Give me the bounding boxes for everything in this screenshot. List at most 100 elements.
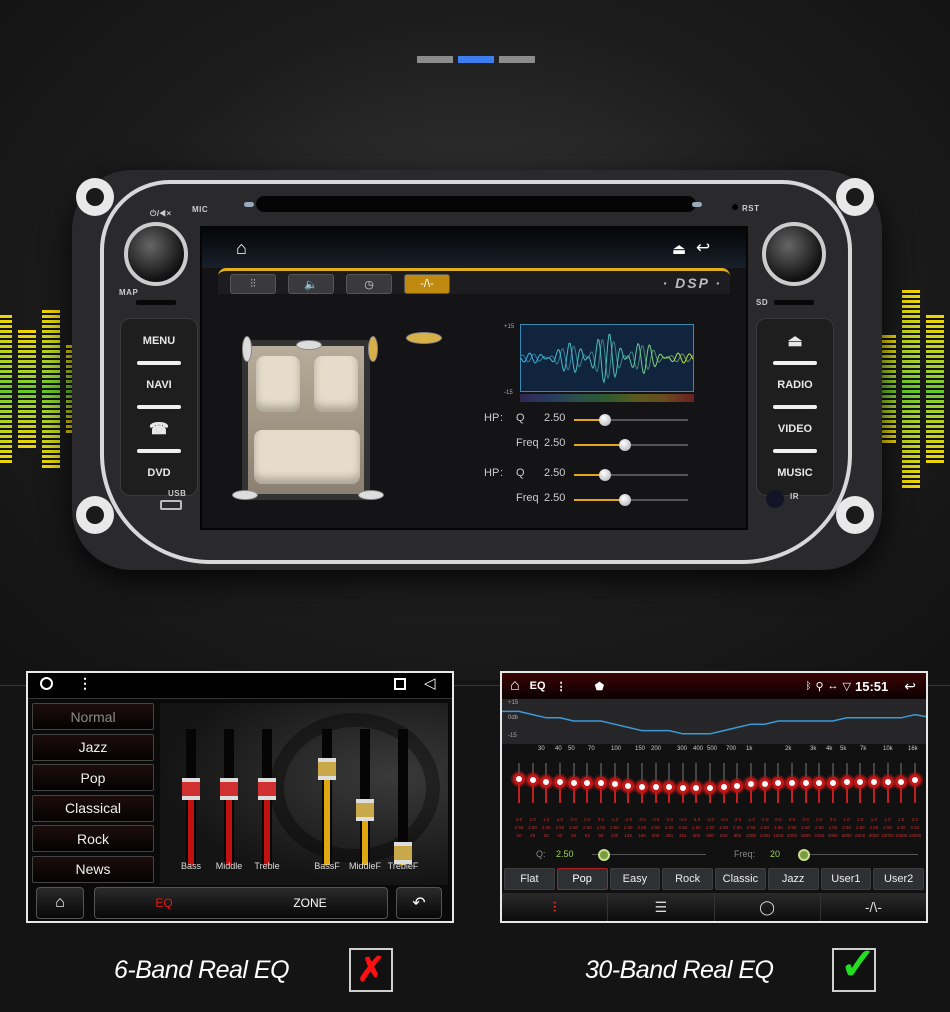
speaker-rear-left[interactable] [232, 490, 258, 500]
band-slider[interactable] [649, 763, 662, 803]
eject-icon[interactable]: ⏏ [672, 240, 686, 258]
band-slider[interactable] [745, 763, 758, 803]
band-slider[interactable] [513, 763, 525, 803]
band-handle[interactable] [758, 778, 771, 791]
preset-rock[interactable]: Rock [662, 868, 713, 890]
preset-pop[interactable]: Pop [556, 868, 608, 890]
fader-bass[interactable] [182, 729, 200, 865]
band-handle[interactable] [799, 777, 812, 789]
band-handle[interactable] [731, 779, 744, 792]
preset-flat[interactable]: Flat [504, 868, 555, 890]
fader-treblef[interactable] [394, 729, 412, 865]
nav-tab-1[interactable]: ⫶ [502, 893, 609, 921]
preset-news[interactable]: News [32, 855, 154, 883]
speaker-front-left[interactable] [242, 336, 252, 362]
band-handle[interactable] [867, 775, 880, 788]
band-handle[interactable] [594, 777, 607, 789]
nav-tab-2[interactable]: ☰ [608, 893, 715, 921]
band-handle[interactable] [704, 782, 717, 795]
param-slider-handle[interactable] [598, 414, 611, 426]
back-button[interactable]: ↶ [396, 887, 442, 919]
freq-slider-handle[interactable] [798, 849, 810, 861]
fader-treble[interactable] [258, 729, 276, 865]
param-slider[interactable] [574, 414, 688, 426]
preset-pop[interactable]: Pop [32, 764, 154, 791]
band-handle[interactable] [772, 777, 785, 789]
nav-tab-3[interactable]: ◯ [715, 893, 821, 921]
eq-tab[interactable]: EQ [155, 896, 172, 910]
video-button[interactable]: VIDEO [757, 405, 833, 451]
preset-user1[interactable]: User1 [820, 868, 872, 890]
speaker-center[interactable] [296, 340, 322, 350]
param-slider[interactable] [574, 439, 688, 451]
band-slider[interactable] [526, 763, 539, 803]
band-handle[interactable] [676, 782, 689, 795]
band-slider[interactable] [908, 763, 921, 803]
nav-tab-4[interactable]: -/\- [821, 893, 926, 921]
band-slider[interactable] [867, 763, 880, 803]
volume-knob[interactable] [124, 222, 188, 286]
zone-tab[interactable]: ZONE [293, 896, 326, 910]
band-slider[interactable] [690, 763, 703, 803]
band-handle[interactable] [786, 777, 798, 789]
music-button[interactable]: MUSIC [757, 449, 833, 495]
home-icon[interactable]: ⌂ [236, 238, 247, 259]
band-slider[interactable] [540, 763, 553, 803]
preset-jazz[interactable]: Jazz [32, 733, 154, 761]
tab-speaker[interactable]: 🔈 [288, 274, 334, 294]
band-slider[interactable] [594, 763, 607, 803]
band-handle[interactable] [826, 777, 839, 789]
recents-square-icon[interactable] [394, 678, 406, 690]
band-handle[interactable] [813, 777, 826, 789]
reset-hole[interactable] [732, 204, 738, 210]
navi-button[interactable]: NAVI [121, 361, 197, 407]
band-handle[interactable] [526, 774, 539, 787]
band-slider[interactable] [881, 763, 894, 803]
band-handle[interactable] [690, 782, 703, 795]
fader-middlef[interactable] [356, 729, 374, 865]
preset-rock[interactable]: Rock [32, 825, 154, 852]
fader-bassf[interactable] [318, 729, 336, 865]
band-slider[interactable] [581, 763, 594, 803]
band-handle[interactable] [553, 775, 566, 788]
band-slider[interactable] [758, 763, 771, 803]
radio-button[interactable]: RADIO [757, 361, 833, 407]
band-handle[interactable] [649, 781, 662, 793]
home-button[interactable]: ⌂ [36, 887, 84, 919]
band-slider[interactable] [676, 763, 689, 803]
band-handle[interactable] [635, 781, 648, 793]
freq-slider-track[interactable] [802, 854, 918, 855]
band-handle[interactable] [881, 775, 894, 788]
back-icon[interactable]: ↩ [904, 678, 916, 695]
tune-knob[interactable] [762, 222, 826, 286]
band-handle[interactable] [513, 773, 525, 785]
phone-button[interactable]: ☎ [121, 405, 197, 451]
band-slider[interactable] [895, 763, 908, 803]
fader-handle[interactable] [356, 798, 374, 821]
band-slider[interactable] [717, 763, 730, 803]
home-circle-icon[interactable] [40, 677, 53, 690]
menu-button[interactable]: MENU [121, 319, 197, 363]
param-slider-handle[interactable] [619, 439, 632, 451]
preset-classic[interactable]: Classic [715, 868, 766, 890]
band-slider[interactable] [813, 763, 826, 803]
speaker-rear-right[interactable] [358, 490, 384, 500]
preset-jazz[interactable]: Jazz [767, 868, 819, 890]
back-triangle-icon[interactable]: ◁ [424, 674, 436, 692]
subwoofer[interactable] [406, 332, 442, 344]
param-slider[interactable] [574, 494, 688, 506]
home-icon[interactable]: ⌂ [510, 677, 520, 695]
band-handle[interactable] [908, 774, 921, 787]
fader-handle[interactable] [258, 778, 276, 801]
band-slider[interactable] [608, 763, 621, 803]
pager-dot-1[interactable] [417, 56, 453, 63]
band-slider[interactable] [635, 763, 648, 803]
q-slider-handle[interactable] [598, 849, 610, 861]
tab-waveform-active[interactable]: -/\- [404, 274, 450, 294]
speaker-front-right[interactable] [368, 336, 378, 362]
band-handle[interactable] [717, 781, 730, 793]
band-handle[interactable] [567, 777, 580, 789]
preset-normal[interactable]: Normal [32, 703, 154, 730]
band-slider[interactable] [826, 763, 839, 803]
band-slider[interactable] [553, 763, 566, 803]
